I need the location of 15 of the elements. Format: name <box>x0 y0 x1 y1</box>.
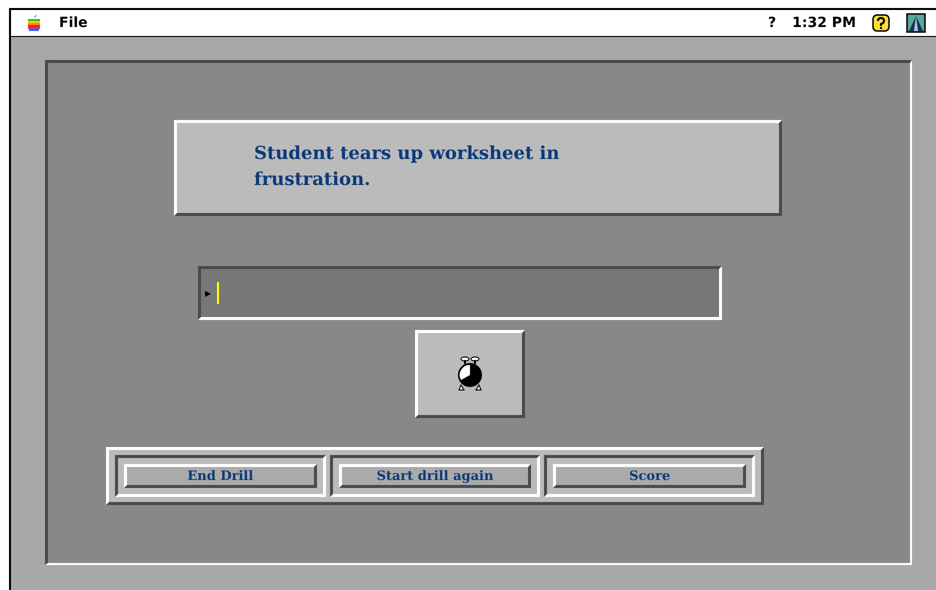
pointer-marker: ▸ <box>205 286 212 300</box>
answer-field[interactable]: ▸ <box>198 266 722 320</box>
prompt-text: Student tears up worksheet in frustration. <box>254 142 560 192</box>
apple-icon[interactable] <box>27 15 41 31</box>
help-balloon-icon[interactable] <box>872 14 890 32</box>
menu-item[interactable]: File <box>59 15 88 31</box>
text-cursor <box>217 282 220 304</box>
timer-button[interactable] <box>415 330 525 418</box>
help-mark[interactable]: ? <box>768 15 776 31</box>
drill-button[interactable]: End Drill <box>124 464 317 488</box>
drill-button[interactable]: Score <box>553 464 746 488</box>
drill-button[interactable]: Start drill again <box>338 464 532 488</box>
alarm-clock-icon <box>455 356 485 392</box>
clock: 1:32 PM <box>792 15 856 31</box>
app-icon[interactable] <box>906 13 926 33</box>
